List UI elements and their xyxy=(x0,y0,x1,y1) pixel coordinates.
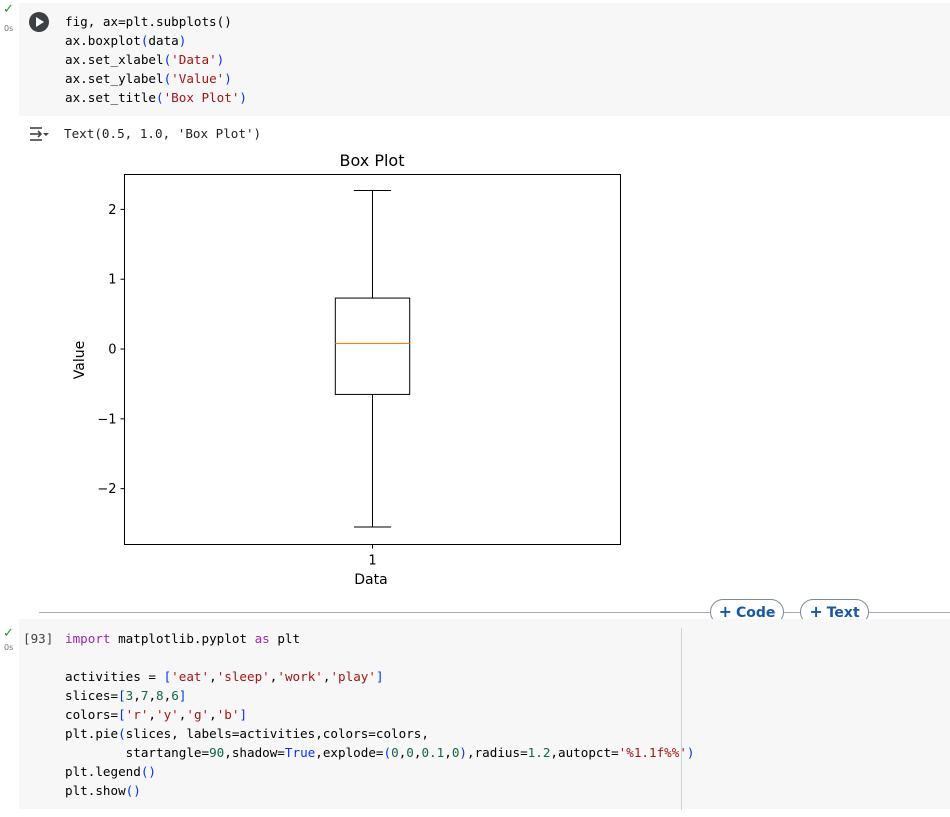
code-line[interactable]: plt.legend() xyxy=(65,762,156,781)
y-tick-label: 0 xyxy=(108,343,116,358)
y-tick-label: −1 xyxy=(97,412,116,427)
cell-editor-ruler xyxy=(681,628,682,810)
y-axis: −2 −1 0 1 2 xyxy=(97,203,125,497)
boxes xyxy=(334,190,411,528)
code-line[interactable]: activities = ['eat','sleep','work','play… xyxy=(65,667,384,686)
code-line[interactable]: import matplotlib.pyplot as plt xyxy=(65,629,300,648)
x-tick-label: 1 xyxy=(368,554,376,569)
y-axis-label: Value xyxy=(72,341,88,379)
box xyxy=(334,297,411,395)
execution-time: 0s xyxy=(4,643,14,652)
x-axis: 1 xyxy=(368,544,377,569)
code-line[interactable]: slices=[3,7,8,6] xyxy=(65,686,186,705)
execution-count: [93] xyxy=(23,631,54,646)
y-tick-label: 1 xyxy=(108,273,116,288)
chart-title: Box Plot xyxy=(340,151,405,170)
code-line[interactable]: plt.pie(slices, labels=activities,colors… xyxy=(65,724,429,743)
code-line[interactable]: plt.show() xyxy=(65,781,141,800)
success-check-icon: ✓ xyxy=(3,626,14,641)
x-axis-label: Data xyxy=(354,572,387,588)
code-line[interactable]: colors=['r','y','g','b'] xyxy=(65,705,247,724)
code-line[interactable]: startangle=90,shadow=True,explode=(0,0,0… xyxy=(65,743,695,762)
y-tick-label: 2 xyxy=(108,203,116,218)
y-tick-label: −2 xyxy=(97,482,116,497)
box-plot-chart: Box Plot −2 −1 0 1 2 1 Data Value xyxy=(72,151,621,588)
